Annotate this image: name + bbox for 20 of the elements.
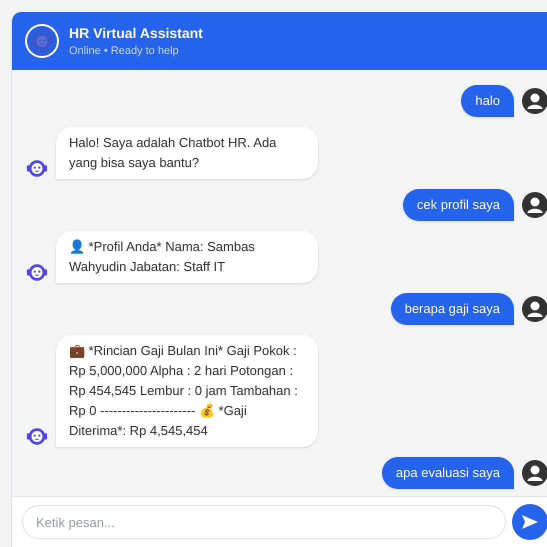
header-title: HR Virtual Assistant [69, 25, 203, 41]
send-icon [522, 515, 538, 529]
bot-message: 👤 *Profil Anda* Nama: Sambas Wahyudin Jabatan: Staff IT [56, 231, 318, 283]
user-message: apa evaluasi saya [382, 457, 514, 489]
bot-message: Halo! Saya adalah Chatbot HR. Ada yang bisa saya bantu? [56, 127, 318, 179]
bot-avatar-icon [26, 425, 48, 447]
header-status: Online • Ready to help [69, 45, 180, 57]
user-avatar-icon [522, 296, 547, 322]
bot-avatar-icon [26, 157, 48, 179]
user-avatar-icon [522, 192, 547, 218]
user-message: cek profil saya [402, 189, 514, 221]
send-button[interactable] [512, 504, 547, 540]
user-avatar-icon [522, 460, 547, 486]
bot-message: 💼 *Rincian Gaji Bulan Ini* Gaji Pokok : Rp 5,000,000 Alpha : 2 hari Potongan : Rp 454,545 Lembur : 0 jam Tambahan : Rp 0 ---------------------- 💰 *Gaji Diterima*: Rp 4,545,454 [56, 335, 318, 447]
message-input[interactable]: Ketik pesan... [22, 505, 506, 539]
user-message: berapa gaji saya [390, 293, 514, 325]
user-avatar-icon [522, 88, 547, 114]
robot-icon [31, 30, 53, 52]
user-message: halo [461, 85, 514, 117]
bot-avatar-icon [26, 261, 48, 283]
